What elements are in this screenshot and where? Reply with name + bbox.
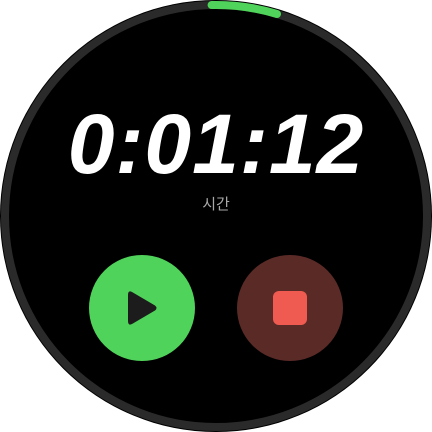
progress-ring — [1, 1, 431, 431]
elapsed-time: 0:01:12 — [67, 97, 365, 191]
play-icon — [128, 291, 157, 325]
watch-face: 0:01:12 시간 — [0, 0, 432, 432]
stop-icon — [273, 291, 307, 325]
play-button[interactable] — [89, 255, 195, 361]
stop-button[interactable] — [237, 255, 343, 361]
progress-ring-track — [1, 1, 431, 431]
progress-ring-arc — [207, 1, 281, 19]
time-label: 시간 — [202, 195, 230, 213]
